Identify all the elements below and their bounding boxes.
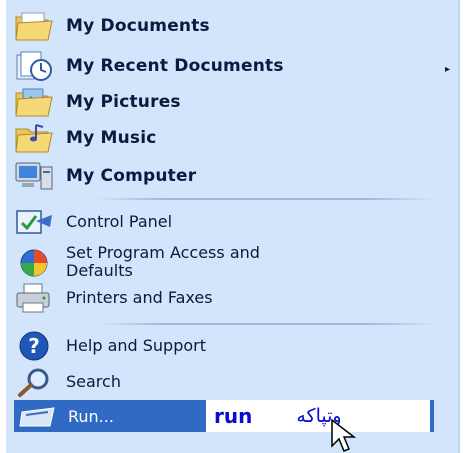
menu-item-label: Set Program Access and Defaults [66,243,260,280]
control-panel-icon [14,204,54,240]
submenu-arrow-icon: ▸ [444,64,450,75]
my-computer-icon [14,158,54,194]
menu-item-printers-and-faxes[interactable]: Printers and Faxes [14,278,213,318]
search-icon [14,364,54,400]
menu-separator [96,198,436,200]
my-pictures-folder-icon [14,84,54,120]
menu-item-label: My Pictures [66,92,181,112]
menu-item-control-panel[interactable]: Control Panel [14,202,172,242]
run-icon [18,402,58,430]
menu-item-search[interactable]: Search [14,362,121,402]
run-annotation: run وتپاکه [206,400,430,432]
recent-documents-icon [14,48,54,84]
menu-item-my-computer[interactable]: My Computer [14,156,196,196]
menu-item-my-pictures[interactable]: My Pictures [14,82,181,122]
my-music-folder-icon [14,120,54,156]
program-access-icon [14,244,54,280]
my-documents-folder-icon [14,8,54,44]
printer-icon [14,280,54,316]
menu-item-label: Help and Support [66,336,206,355]
mouse-pointer-icon [331,418,357,452]
menu-item-label: Search [66,372,121,391]
menu-separator [96,323,436,325]
menu-item-label: Printers and Faxes [66,288,213,307]
run-annotation-english: run [214,404,253,428]
menu-item-label: My Recent Documents [66,56,284,76]
menu-item-my-music[interactable]: My Music [14,118,157,158]
menu-item-label: My Computer [66,166,197,186]
svg-text:?: ? [28,334,40,358]
menu-item-label: Control Panel [66,212,173,231]
menu-item-label: My Documents [66,16,210,36]
menu-item-label: My Music [66,128,157,148]
menu-item-my-recent-documents[interactable]: My Recent Documents [14,46,284,86]
menu-item-label: Run... [68,406,114,426]
menu-item-my-documents[interactable]: My Documents [14,6,210,46]
menu-item-set-program-access[interactable]: Set Program Access and Defaults [14,242,260,282]
menu-item-help-and-support[interactable]: ? Help and Support [14,326,206,366]
help-icon: ? [14,328,54,364]
start-menu-right-pane: My Documents My Recent Documents ▸ My Pi… [6,0,460,453]
